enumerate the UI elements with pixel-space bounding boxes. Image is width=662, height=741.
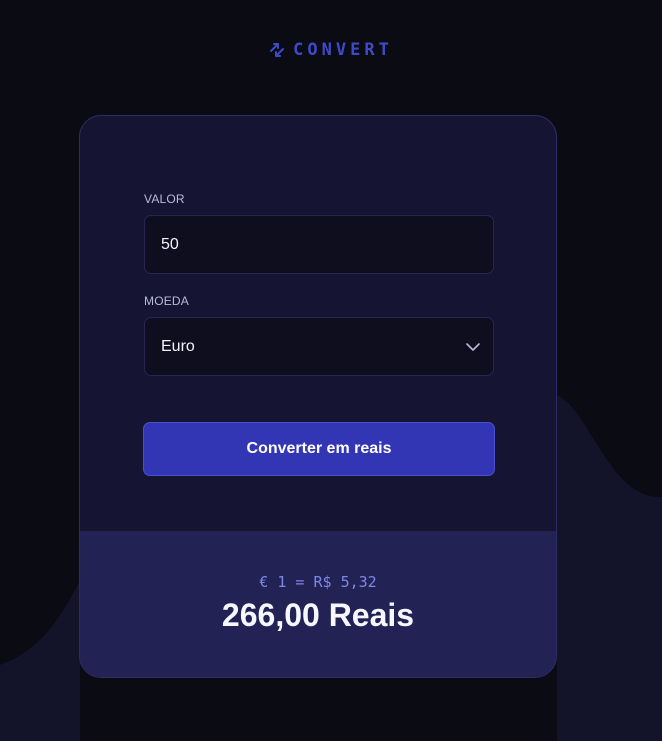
amount-label: VALOR: [144, 192, 185, 206]
amount-value: 50: [161, 235, 179, 253]
converted-total: 266,00 Reais: [221, 597, 415, 633]
convert-button[interactable]: Converter em reais: [143, 422, 495, 476]
app-logo: CONVERT: [0, 40, 662, 60]
converter-card: VALOR 50 MOEDA Euro Converter em reais €…: [79, 115, 557, 678]
logo-text: CONVERT: [293, 40, 393, 60]
converter-form: VALOR 50 MOEDA Euro: [144, 192, 494, 376]
chevron-down-icon: [466, 342, 480, 351]
result-panel: € 1 = R$ 5,32 266,00 Reais: [80, 531, 556, 677]
amount-input[interactable]: 50: [144, 215, 494, 274]
currency-label: MOEDA: [144, 294, 190, 308]
swap-arrows-icon: [270, 43, 285, 57]
currency-selected-value: Euro: [161, 337, 195, 355]
currency-select[interactable]: Euro: [144, 317, 494, 376]
exchange-rate: € 1 = R$ 5,32: [259, 573, 377, 591]
